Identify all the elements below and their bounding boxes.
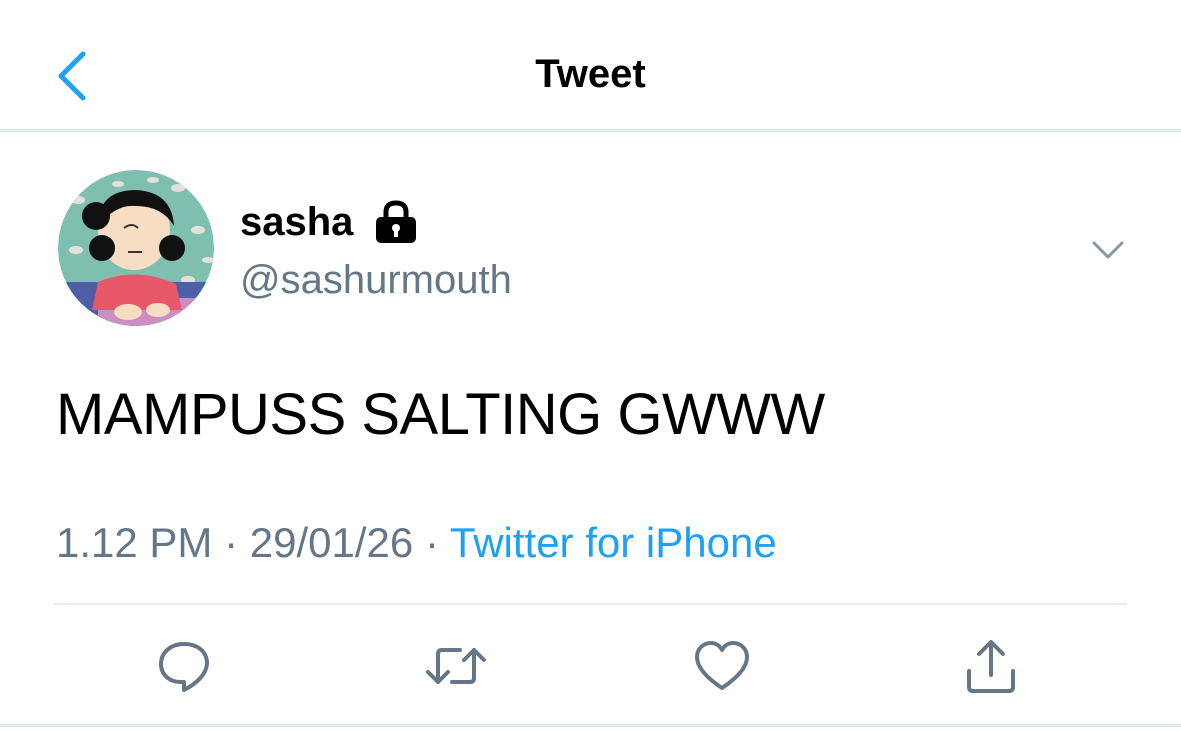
author-name[interactable]: sasha [240, 196, 419, 248]
reply-button[interactable] [148, 630, 220, 702]
tweet-metadata: 1.12 PM · 29/01/26 · Twitter for iPhone [56, 516, 777, 570]
retweet-icon [426, 648, 486, 684]
divider [54, 603, 1127, 605]
reply-icon [159, 642, 209, 692]
avatar[interactable] [58, 170, 214, 326]
tweet-date: 29/01/26 [249, 519, 414, 566]
share-icon [967, 640, 1015, 693]
more-options-button[interactable] [1086, 228, 1130, 272]
avatar-image [58, 170, 214, 326]
share-button[interactable] [955, 630, 1027, 702]
retweet-button[interactable] [420, 630, 492, 702]
tweet-actions [0, 630, 1181, 710]
meta-separator: · [424, 519, 439, 566]
meta-separator: · [224, 519, 239, 566]
page-title: Tweet [535, 52, 646, 96]
bottom-border [0, 724, 1181, 727]
lock-icon [376, 200, 417, 243]
tweet-text: MAMPUSS SALTING GWWW [56, 382, 825, 447]
tweet-source-link[interactable]: Twitter for iPhone [450, 519, 777, 566]
chevron-down-icon [1092, 241, 1124, 259]
tweet-time: 1.12 PM [56, 519, 213, 566]
like-button[interactable] [686, 630, 758, 702]
author-handle[interactable]: @sashurmouth [240, 254, 512, 306]
display-name: sasha [240, 200, 354, 244]
heart-icon [695, 641, 749, 690]
navigation-bar: Tweet [0, 0, 1181, 132]
